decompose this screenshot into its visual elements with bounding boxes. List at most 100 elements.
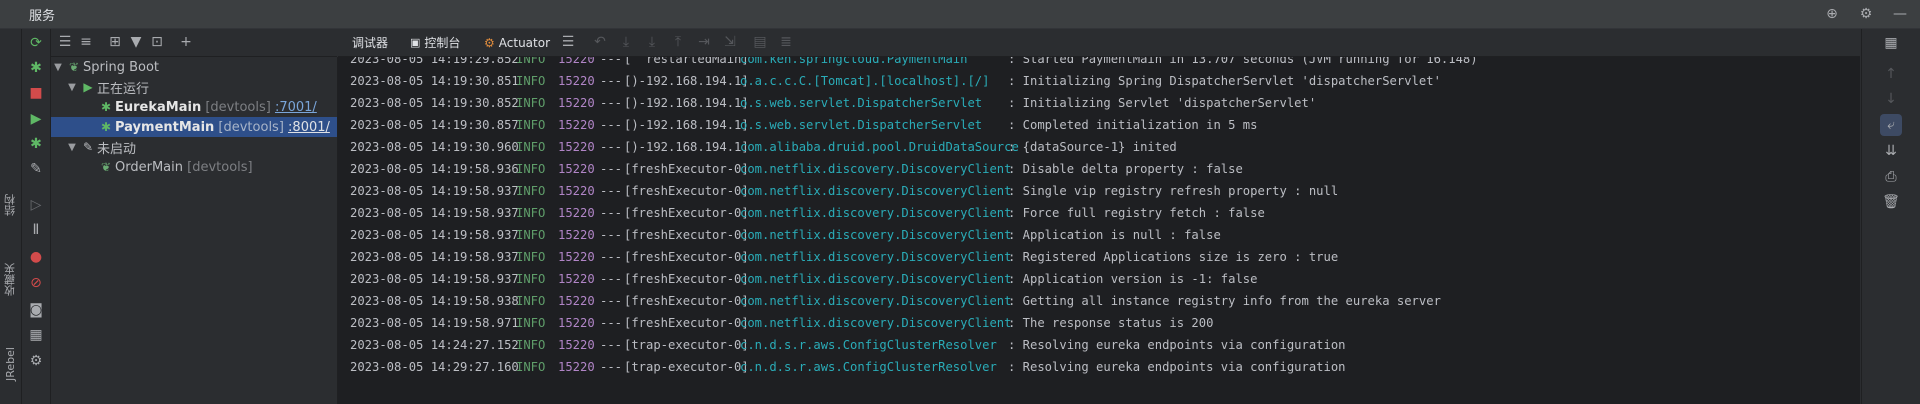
log-message: : Application is null : false [1008,228,1221,242]
log-thread: [)-192.168.194.1] [624,140,749,154]
soft-wrap-icon[interactable]: ⤶ [1880,114,1902,136]
log-separator: --- [600,118,623,132]
spring-leaf-icon: ❦ [100,160,112,174]
log-thread: [freshExecutor-0] [624,228,749,242]
filter-icon[interactable]: ▼ [126,32,146,52]
scroll-to-end-icon[interactable]: ⇊ [1881,141,1901,161]
port-link[interactable]: :8001/ [288,120,330,135]
log-thread: [freshExecutor-0] [624,316,749,330]
menu-icon[interactable]: ☰ [558,32,578,52]
chevron-down-icon[interactable]: ▼ [51,62,65,73]
tree-node-order[interactable]: ❦ OrderMain [devtools] [51,157,337,177]
log-thread: [freshExecutor-0] [624,294,749,308]
log-message: : Resolving eureka endpoints via configu… [1008,360,1346,374]
chevron-down-icon[interactable]: ▼ [65,82,79,93]
trash-icon[interactable]: 🗑 [1881,192,1901,212]
log-level: INFO [516,316,546,330]
arrow-down-icon[interactable]: ↓ [1881,89,1901,109]
log-thread: [freshExecutor-0] [624,184,749,198]
log-separator: --- [600,228,623,242]
layout-icon[interactable]: ▦ [1881,33,1901,53]
log-thread: [freshExecutor-0] [624,206,749,220]
frames-icon[interactable]: ▤ [750,32,770,52]
log-pid: 15220 [558,294,595,308]
log-pid: 15220 [558,206,595,220]
step-over-icon[interactable]: ⤓ [616,32,636,52]
tab-actuator[interactable]: ⚙ Actuator [484,29,550,56]
log-level: INFO [516,184,546,198]
stop-icon[interactable]: ■ [26,83,46,103]
log-thread: [freshExecutor-0] [624,272,749,286]
log-pid: 15220 [558,272,595,286]
evaluate-icon[interactable]: ⇲ [720,32,740,52]
log-level: INFO [516,338,546,352]
minimize-icon[interactable]: — [1890,4,1910,24]
crosshair-icon[interactable]: ⊕ [1822,4,1842,24]
chevron-down-icon[interactable]: ▼ [65,142,79,153]
group-by-icon[interactable]: ⊞ [105,32,125,52]
log-logger: com.netflix.discovery.DiscoveryClient [740,206,1012,220]
console-output[interactable]: 2023-08-05 14:19:29.852 INFO 15220 ---[ res… [338,57,1860,404]
jrebel-tab[interactable]: JRebel [0,329,21,399]
tree-node-payment[interactable]: ✱ PaymentMain [devtools] :8001/ [51,117,337,137]
run-to-cursor-icon[interactable]: ⇥ [694,32,714,52]
console-toolbar: 调试器 ▣ 控制台 ⚙ Actuator ☰ ↶ ⤓ ⤓ ⤒ ⇥ ⇲ ▤ ≣ [338,29,1860,57]
structure-tab[interactable]: 结构 [0,175,21,235]
collapse-all-icon[interactable]: ≡ [76,32,96,52]
show-execution-point-icon[interactable]: ↶ [590,32,610,52]
run-icon[interactable]: ▶ [26,109,46,129]
log-separator: --- [600,184,623,198]
add-service-icon[interactable]: + [176,32,196,52]
tree-node-not-started[interactable]: ▼ ✎ 未启动 [65,137,337,157]
breakpoints-icon[interactable]: ● [26,247,46,267]
log-separator: --- [600,338,623,352]
log-timestamp: 2023-08-05 14:19:30.852 [350,96,519,110]
log-pid: 15220 [558,228,595,242]
log-separator: --- [600,294,623,308]
resume-icon[interactable]: ▷ [26,195,46,215]
camera-icon[interactable]: ◙ [26,300,46,320]
log-thread: [)-192.168.194.1] [624,74,749,88]
debug-all-icon[interactable]: ✱ [26,134,46,154]
new-tab-icon[interactable]: ⊡ [147,32,167,52]
settings-icon[interactable]: ⚙ [26,351,46,371]
layout-icon[interactable]: ▦ [26,325,46,345]
tree-node-spring-boot[interactable]: ▼ ❦ Spring Boot [51,57,337,77]
log-logger: c.n.d.s.r.aws.ConfigClusterResolver [740,360,997,374]
arrow-up-icon[interactable]: ↑ [1881,64,1901,84]
debug-bug-icon: ✱ [100,120,112,134]
expand-all-icon[interactable]: ☰ [55,32,75,52]
rerun-icon[interactable]: ⟳ [26,33,46,53]
log-pid: 15220 [558,118,595,132]
log-logger: com.alibaba.druid.pool.DruidDataSource [740,140,1019,154]
log-message: : Resolving eureka endpoints via configu… [1008,338,1346,352]
trace-icon[interactable]: ≣ [776,32,796,52]
step-into-icon[interactable]: ⤓ [642,32,662,52]
left-tool-strip: 结构 收藏夹 JRebel [0,29,22,404]
log-level: INFO [516,118,546,132]
tree-node-eureka[interactable]: ✱ EurekaMain [devtools] :7001/ [51,97,337,117]
log-separator: --- [600,206,623,220]
port-link[interactable]: :7001/ [275,100,317,115]
log-pid: 15220 [558,184,595,198]
log-logger: com.netflix.discovery.DiscoveryClient [740,250,1012,264]
tab-debugger[interactable]: 调试器 [352,29,388,56]
log-level: INFO [516,96,546,110]
gear-icon[interactable]: ⚙ [1856,4,1876,24]
favorites-tab[interactable]: 收藏夹 [0,245,21,315]
mute-breakpoints-icon[interactable]: ⊘ [26,273,46,293]
services-tree: ▼ ❦ Spring Boot ▼ ▶ 正在运行 ✱ EurekaMain [d… [51,57,338,404]
log-logger: com.netflix.discovery.DiscoveryClient [740,184,1012,198]
print-icon[interactable]: ⎙ [1881,167,1901,187]
log-thread: [)-192.168.194.1] [624,118,749,132]
wrench-icon[interactable]: ✎ [26,159,46,179]
log-level: INFO [516,360,546,374]
step-out-icon[interactable]: ⤒ [668,32,688,52]
debug-icon[interactable]: ✱ [26,58,46,78]
tree-node-running[interactable]: ▼ ▶ 正在运行 [65,77,337,97]
console-side-actions: ▦ ↑ ↓ ⤶ ⇊ ⎙ 🗑 [1861,29,1920,404]
run-icon: ▶ [83,80,93,94]
pause-icon[interactable]: Ⅱ [26,220,46,240]
tab-console[interactable]: ▣ 控制台 [410,29,460,56]
log-message: : Force full registry fetch : false [1008,206,1265,220]
